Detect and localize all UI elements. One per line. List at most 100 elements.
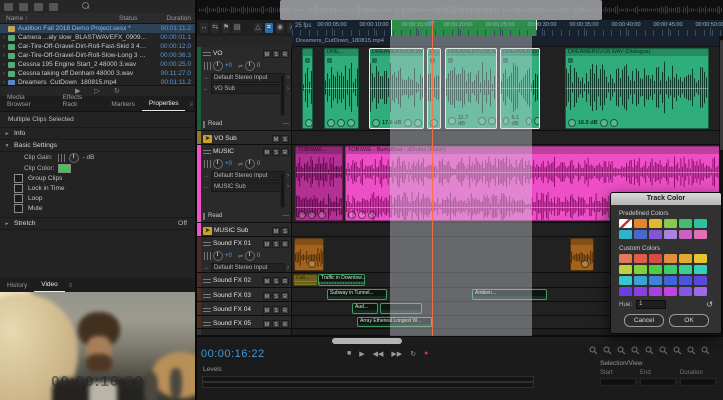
tab-properties[interactable]: Properties [142, 97, 186, 111]
video-preview[interactable]: 00:00:16:22 [0, 292, 195, 400]
clip-color-swatch[interactable] [58, 164, 71, 173]
minimize-icon[interactable]: — [283, 121, 289, 127]
io-selector[interactable]: VO Sub [211, 84, 285, 94]
tab-video[interactable]: Video [34, 278, 65, 292]
arm-button[interactable]: R [281, 320, 289, 328]
column-name[interactable]: Name ↑ [0, 15, 119, 22]
solo-button[interactable]: S [272, 292, 280, 300]
volume-knob[interactable] [213, 159, 223, 169]
color-swatch[interactable] [694, 254, 707, 263]
mute-button[interactable]: M [272, 135, 280, 143]
clip-fade-handle[interactable] [308, 211, 316, 219]
solo-button[interactable]: S [272, 50, 280, 58]
solo-button[interactable]: S [272, 240, 280, 248]
color-swatch[interactable] [649, 287, 662, 296]
track-header-vosub[interactable]: ➤VO SubMS [197, 131, 292, 144]
clip-gain-knob[interactable] [372, 119, 380, 127]
color-swatch[interactable] [694, 219, 707, 228]
color-swatch[interactable] [694, 265, 707, 274]
clip-fade-handle[interactable] [478, 117, 486, 125]
track-color-strip[interactable] [197, 316, 201, 328]
color-swatch[interactable] [619, 276, 632, 285]
volume-knob[interactable] [213, 61, 223, 71]
arm-button[interactable]: R [281, 148, 289, 156]
clip-fade-handle[interactable] [440, 119, 441, 127]
color-swatch[interactable] [634, 219, 647, 228]
column-duration[interactable]: Duration [151, 15, 195, 22]
solo-button[interactable]: S [272, 320, 280, 328]
clip-gain-knob[interactable] [308, 260, 316, 268]
color-swatch[interactable] [619, 265, 632, 274]
color-swatch[interactable] [634, 254, 647, 263]
audio-clip-music[interactable]: TOBSWE... [295, 146, 343, 221]
solo-button[interactable]: S [272, 277, 280, 285]
clip-gain-knob[interactable] [305, 119, 313, 127]
clip-fx-badge[interactable] [568, 58, 573, 63]
tab-markers[interactable]: Markers [104, 98, 141, 111]
session-overview-bar[interactable] [197, 0, 723, 21]
track-header-vo[interactable]: VOMSR+0⇌0→Default Stereo Input›←VO Sub›R… [197, 47, 292, 130]
audio-clip-vo[interactable]: DREAMERSVO8.WAV (D...11.7 dB [445, 48, 497, 129]
track-color-strip[interactable] [197, 145, 201, 222]
track-color-strip[interactable] [197, 47, 201, 130]
clip-fx-badge[interactable] [305, 58, 310, 63]
mute-button[interactable]: M [263, 240, 271, 248]
slip-tool-icon[interactable]: ⚑ [222, 23, 230, 33]
stop-button[interactable]: ■ [347, 350, 351, 358]
arm-button[interactable]: R [281, 50, 289, 58]
color-swatch[interactable] [649, 230, 662, 239]
clip-gain-knob[interactable] [69, 153, 79, 163]
clip-fx-badge[interactable] [372, 58, 377, 63]
clip-fx-badge[interactable] [448, 58, 453, 63]
audio-clip-fx5[interactable]: Array Ethereal Longest W... [357, 317, 432, 327]
solo-button[interactable]: S [272, 148, 280, 156]
panel-menu-icon[interactable]: ≡ [67, 280, 75, 292]
rewind-button[interactable]: ◀◀ [373, 350, 384, 358]
color-swatch[interactable] [649, 219, 662, 228]
audio-clip-fx2[interactable]: Traffic in Downtow... [318, 274, 365, 286]
track-header-music[interactable]: MUSICMSR+0⇌0→Default Stereo Input›←MUSIC… [197, 145, 292, 222]
open-file-icon[interactable] [4, 3, 13, 11]
zoom-icon[interactable] [673, 346, 682, 355]
mute-button[interactable]: M [263, 277, 271, 285]
audio-clip-vo[interactable] [302, 48, 313, 129]
clip-gain-knob[interactable] [568, 119, 576, 127]
track-color-strip[interactable] [197, 302, 201, 315]
clip-envelope-toggle[interactable] [414, 119, 422, 127]
color-swatch[interactable] [679, 230, 692, 239]
mute-button[interactable]: M [263, 50, 271, 58]
reset-hue-icon[interactable]: ↺ [706, 300, 713, 309]
overview-visible-range[interactable] [280, 0, 602, 20]
file-row[interactable]: ›Cessna taking off Denham 48000 3.wav00:… [0, 69, 195, 78]
checkbox[interactable] [14, 184, 23, 193]
audio-clip-fx4[interactable] [380, 303, 422, 314]
audio-clip-fx1[interactable] [294, 238, 324, 271]
color-swatch[interactable] [664, 254, 677, 263]
arm-button[interactable]: R [281, 292, 289, 300]
audio-clip-vo[interactable]: DREAMERSVO8...5.1 dB [500, 48, 540, 129]
color-swatch[interactable] [679, 287, 692, 296]
fader-icon[interactable] [57, 154, 65, 162]
solo-button[interactable]: S [281, 135, 289, 143]
color-swatch[interactable] [634, 287, 647, 296]
razor-tool-icon[interactable]: ⇆ [211, 23, 219, 33]
clip-envelope-toggle[interactable] [534, 117, 540, 125]
zoom-icon[interactable] [631, 346, 640, 355]
loop-playback-button[interactable]: ↻ [410, 350, 416, 358]
audio-clip-fx3[interactable]: Subway in Tunnel... [327, 289, 387, 300]
file-row[interactable]: ›Cessna 195 Engine Start_2 48000 3.wav00… [0, 60, 195, 69]
clip-gain-knob[interactable] [503, 117, 509, 125]
audio-clip-vo[interactable]: DREAMERSVO8.WAV (Dialogue)16.5 dB [565, 48, 709, 129]
loop-preview-icon[interactable]: ↻ [114, 87, 120, 95]
track-color-strip[interactable] [197, 131, 201, 144]
track-color-strip[interactable] [197, 288, 201, 301]
io-selector[interactable]: MUSIC Sub [211, 182, 285, 192]
ok-button[interactable]: OK [669, 314, 709, 327]
snap-icon[interactable]: ⌗ [265, 23, 273, 33]
track-lane-vo[interactable]: DRE...DREAMERSVO8.WAV (...17.6 dBD...DRE… [292, 47, 723, 130]
solo-button[interactable]: S [281, 227, 289, 235]
audio-clip-vo[interactable]: D... [427, 48, 441, 129]
clip-gain-knob[interactable] [327, 119, 335, 127]
no-color-swatch[interactable] [619, 219, 632, 228]
tab-history[interactable]: History [0, 279, 34, 292]
